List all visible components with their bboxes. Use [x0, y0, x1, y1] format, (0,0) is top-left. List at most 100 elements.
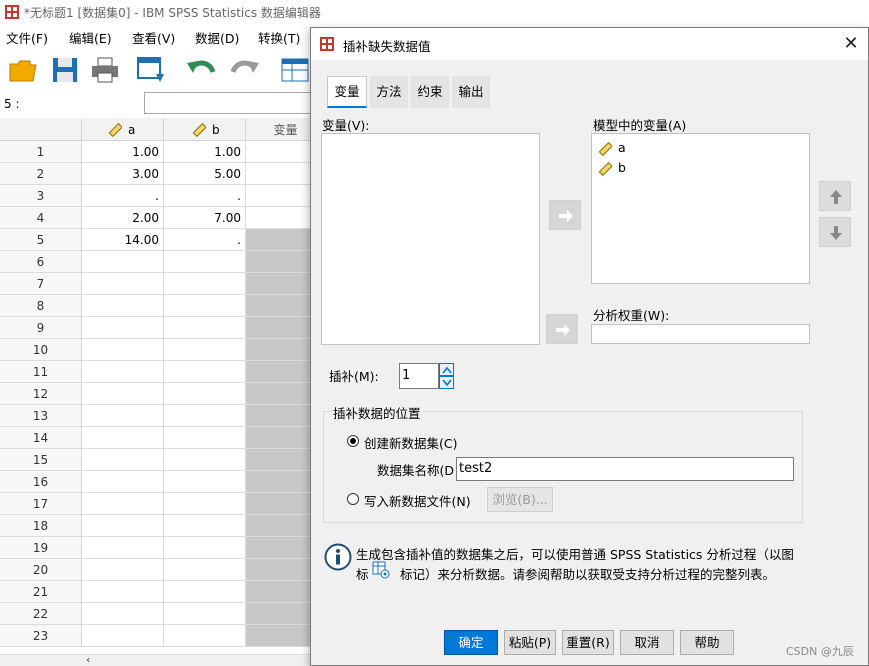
- grid-cell[interactable]: [82, 317, 164, 339]
- horizontal-scrollbar[interactable]: ‹: [0, 653, 320, 666]
- tab-output[interactable]: 输出: [452, 76, 490, 108]
- grid-cell[interactable]: [164, 559, 246, 581]
- move-down-button[interactable]: [819, 217, 851, 247]
- grid-cell[interactable]: [82, 339, 164, 361]
- grid-cell[interactable]: [164, 493, 246, 515]
- grid-cell-empty[interactable]: [246, 273, 320, 295]
- grid-cell[interactable]: .: [164, 185, 246, 207]
- menu-data[interactable]: 数据(D): [195, 28, 239, 47]
- grid-cell[interactable]: [82, 581, 164, 603]
- grid-cell-empty[interactable]: [246, 493, 320, 515]
- grid-cell[interactable]: [82, 427, 164, 449]
- grid-cell[interactable]: 2.00: [82, 207, 164, 229]
- grid-cell[interactable]: [164, 449, 246, 471]
- grid-cell[interactable]: [164, 427, 246, 449]
- row-number[interactable]: 14: [0, 427, 82, 449]
- grid-cell-empty[interactable]: [246, 361, 320, 383]
- spin-down-button[interactable]: [439, 376, 454, 389]
- grid-cell-empty[interactable]: [246, 603, 320, 625]
- row-number[interactable]: 10: [0, 339, 82, 361]
- save-icon[interactable]: [50, 56, 80, 84]
- grid-cell[interactable]: [82, 405, 164, 427]
- menu-view[interactable]: 查看(V): [132, 28, 175, 47]
- ok-button[interactable]: 确定: [444, 630, 498, 655]
- grid-cell-empty[interactable]: [246, 207, 320, 229]
- row-number[interactable]: 7: [0, 273, 82, 295]
- menu-edit[interactable]: 编辑(E): [69, 28, 112, 47]
- tab-constraints[interactable]: 约束: [411, 76, 449, 108]
- imputations-input[interactable]: 1: [399, 363, 439, 389]
- row-number[interactable]: 12: [0, 383, 82, 405]
- row-number[interactable]: 2: [0, 163, 82, 185]
- grid-cell-empty[interactable]: [246, 317, 320, 339]
- move-to-model-button[interactable]: [549, 200, 581, 230]
- grid-cell[interactable]: [164, 405, 246, 427]
- paste-button[interactable]: 粘贴(P): [504, 630, 556, 655]
- row-number[interactable]: 17: [0, 493, 82, 515]
- close-icon[interactable]: ✕: [841, 34, 861, 54]
- open-folder-icon[interactable]: [8, 56, 38, 84]
- grid-cell-empty[interactable]: [246, 537, 320, 559]
- grid-cell[interactable]: 1.00: [82, 141, 164, 163]
- row-number[interactable]: 3: [0, 185, 82, 207]
- write-file-radio[interactable]: [347, 493, 359, 505]
- grid-cell[interactable]: [164, 537, 246, 559]
- grid-cell[interactable]: 5.00: [164, 163, 246, 185]
- grid-cell[interactable]: [82, 471, 164, 493]
- row-number[interactable]: 4: [0, 207, 82, 229]
- grid-cell[interactable]: [82, 625, 164, 647]
- grid-cell-empty[interactable]: [246, 163, 320, 185]
- grid-cell-empty[interactable]: [246, 141, 320, 163]
- grid-cell[interactable]: [82, 295, 164, 317]
- spin-up-button[interactable]: [439, 363, 454, 376]
- menu-file[interactable]: 文件(F): [6, 28, 48, 47]
- grid-cell[interactable]: [164, 581, 246, 603]
- create-dataset-radio[interactable]: [347, 435, 359, 447]
- tab-variables[interactable]: 变量: [327, 76, 367, 108]
- grid-cell[interactable]: [164, 251, 246, 273]
- grid-cell[interactable]: [82, 603, 164, 625]
- grid-cell[interactable]: [164, 625, 246, 647]
- grid-cell-empty[interactable]: [246, 339, 320, 361]
- grid-cell[interactable]: 1.00: [164, 141, 246, 163]
- cancel-button[interactable]: 取消: [620, 630, 674, 655]
- grid-cell-empty[interactable]: [246, 581, 320, 603]
- grid-cell-empty[interactable]: [246, 229, 320, 251]
- grid-cell-empty[interactable]: [246, 515, 320, 537]
- grid-cell[interactable]: [82, 515, 164, 537]
- menu-transform[interactable]: 转换(T): [258, 28, 300, 47]
- grid-cell[interactable]: [82, 449, 164, 471]
- row-number[interactable]: 15: [0, 449, 82, 471]
- row-number[interactable]: 1: [0, 141, 82, 163]
- print-icon[interactable]: [90, 56, 120, 84]
- scroll-left-icon[interactable]: ‹: [86, 653, 90, 666]
- row-number[interactable]: 22: [0, 603, 82, 625]
- grid-cell-empty[interactable]: [246, 471, 320, 493]
- grid-cell[interactable]: [164, 339, 246, 361]
- goto-case-icon[interactable]: [280, 56, 310, 84]
- move-up-button[interactable]: [819, 181, 851, 211]
- row-number[interactable]: 8: [0, 295, 82, 317]
- tab-method[interactable]: 方法: [370, 76, 408, 108]
- reset-button[interactable]: 重置(R): [562, 630, 614, 655]
- undo-icon[interactable]: [186, 56, 216, 84]
- grid-cell-empty[interactable]: [246, 251, 320, 273]
- grid-cell[interactable]: .: [164, 229, 246, 251]
- row-number[interactable]: 16: [0, 471, 82, 493]
- grid-cell[interactable]: [164, 603, 246, 625]
- row-number[interactable]: 6: [0, 251, 82, 273]
- grid-cell[interactable]: .: [82, 185, 164, 207]
- grid-cell[interactable]: [164, 273, 246, 295]
- grid-cell[interactable]: [82, 493, 164, 515]
- grid-cell[interactable]: [82, 251, 164, 273]
- column-header-var[interactable]: 变量: [246, 119, 320, 141]
- row-number[interactable]: 11: [0, 361, 82, 383]
- grid-cell[interactable]: [82, 273, 164, 295]
- grid-cell-empty[interactable]: [246, 383, 320, 405]
- row-number[interactable]: 21: [0, 581, 82, 603]
- grid-cell[interactable]: [82, 361, 164, 383]
- grid-cell[interactable]: [82, 559, 164, 581]
- model-variables-list[interactable]: a b: [591, 133, 810, 284]
- browse-button[interactable]: 浏览(B)...: [487, 487, 553, 512]
- grid-cell[interactable]: [82, 383, 164, 405]
